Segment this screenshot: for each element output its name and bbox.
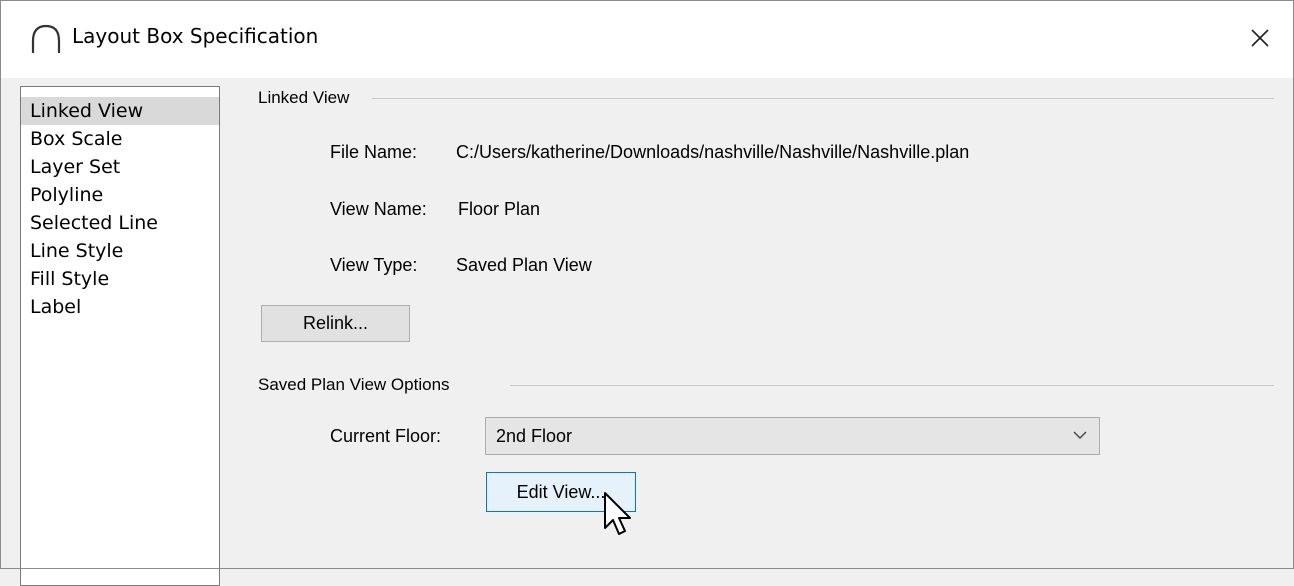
current-floor-label: Current Floor: [330, 426, 442, 446]
close-icon [1251, 29, 1269, 47]
category-list[interactable]: Linked View Box Scale Layer Set Polyline… [20, 86, 220, 586]
chevron-down-icon [1073, 431, 1087, 439]
view-name-value: Floor Plan [458, 199, 541, 219]
view-name-label: View Name: [330, 199, 427, 219]
sidebar-item-fill-style[interactable]: Fill Style [21, 265, 219, 293]
close-button[interactable] [1240, 18, 1280, 58]
file-name-label: File Name: [330, 142, 418, 162]
sidebar-item-label[interactable]: Label [21, 293, 219, 321]
saved-plan-view-options-group-line [510, 385, 1274, 386]
arc-icon [31, 24, 61, 53]
sidebar-item-line-style[interactable]: Line Style [21, 237, 219, 265]
title-bar: Layout Box Specification [0, 0, 1294, 78]
linked-view-group-line [372, 98, 1274, 99]
current-floor-select[interactable]: 2nd Floor [485, 417, 1100, 455]
saved-plan-view-options-group-label: Saved Plan View Options [258, 375, 462, 395]
sidebar-item-selected-line[interactable]: Selected Line [21, 209, 219, 237]
sidebar-item-box-scale[interactable]: Box Scale [21, 125, 219, 153]
sidebar-item-linked-view[interactable]: Linked View [21, 97, 219, 125]
view-type-value: Saved Plan View [456, 255, 592, 275]
sidebar-item-layer-set[interactable]: Layer Set [21, 153, 219, 181]
relink-button[interactable]: Relink... [261, 305, 410, 342]
mouse-pointer-icon [604, 492, 631, 535]
file-name-value: C:/Users/katherine/Downloads/nashville/N… [456, 142, 970, 162]
sidebar-item-polyline[interactable]: Polyline [21, 181, 219, 209]
view-type-label: View Type: [330, 255, 418, 275]
linked-view-group-label: Linked View [258, 88, 362, 108]
current-floor-value: 2nd Floor [496, 426, 573, 446]
window-title: Layout Box Specification [72, 24, 319, 48]
